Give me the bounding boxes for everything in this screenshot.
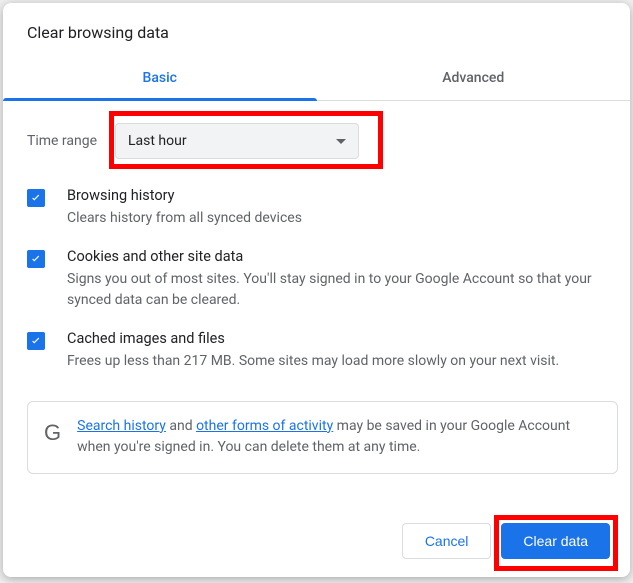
tab-bar: Basic Advanced [3,58,630,101]
tab-basic[interactable]: Basic [3,58,317,100]
option-cache: Cached images and files Frees up less th… [27,312,618,373]
dialog-content: Time range Last hour Browsing history Cl… [3,101,630,509]
option-cookies: Cookies and other site data Signs you ou… [27,230,618,312]
google-account-info: G Search history and other forms of acti… [27,401,618,474]
option-desc: Clears history from all synced devices [67,208,302,230]
checkbox-cache[interactable] [27,332,45,350]
check-icon [29,334,43,348]
link-other-activity[interactable]: other forms of activity [196,418,333,434]
time-range-value: Last hour [128,133,187,149]
option-desc: Frees up less than 217 MB. Some sites ma… [67,351,559,373]
dialog-title: Clear browsing data [3,3,630,58]
time-range-select[interactable]: Last hour [115,123,359,159]
dialog-footer: Cancel Clear data [3,509,630,577]
option-desc: Signs you out of most sites. You'll stay… [67,269,618,312]
option-browsing-history: Browsing history Clears history from all… [27,169,618,230]
chevron-down-icon [336,139,346,144]
check-icon [29,191,43,205]
time-range-row: Time range Last hour [27,101,618,169]
tab-advanced[interactable]: Advanced [317,58,631,100]
clear-data-button[interactable]: Clear data [501,523,610,559]
time-range-label: Time range [27,133,115,149]
google-logo-icon: G [44,420,61,446]
cancel-button[interactable]: Cancel [402,523,492,559]
info-text-part: and [166,418,196,434]
clear-browsing-data-dialog: Clear browsing data Basic Advanced Time … [3,3,630,577]
option-title: Cookies and other site data [67,248,618,265]
option-title: Cached images and files [67,330,559,347]
option-title: Browsing history [67,187,302,204]
checkbox-cookies[interactable] [27,250,45,268]
info-text: Search history and other forms of activi… [77,416,601,459]
checkbox-browsing-history[interactable] [27,189,45,207]
check-icon [29,252,43,266]
link-search-history[interactable]: Search history [77,418,166,434]
